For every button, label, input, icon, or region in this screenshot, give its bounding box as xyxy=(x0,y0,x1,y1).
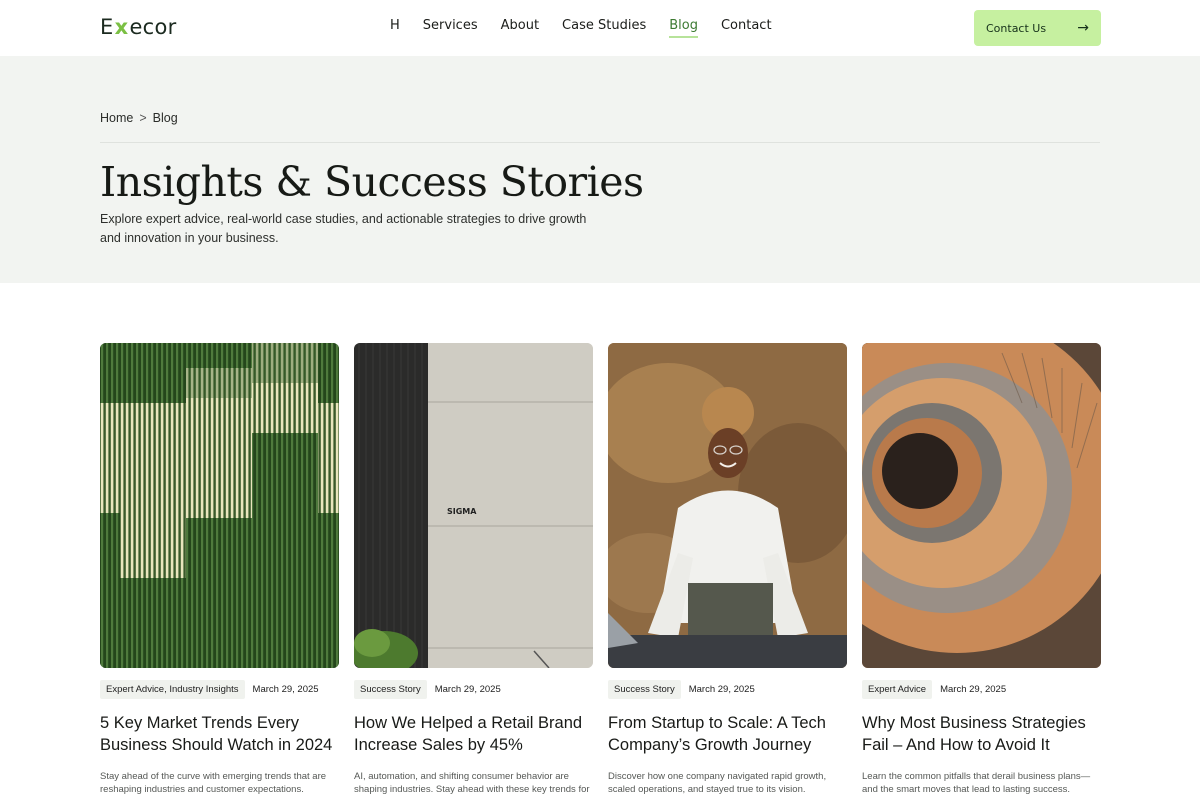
card-image-green-panels[interactable] xyxy=(100,343,339,668)
card-excerpt: Discover how one company navigated rapid… xyxy=(608,771,827,795)
woman-at-desk-illustration xyxy=(608,343,847,668)
card-meta: Success Story March 29, 2025 xyxy=(354,680,593,699)
post-date: March 29, 2025 xyxy=(688,684,755,695)
building-illustration: SIGMA xyxy=(354,343,593,668)
card-title[interactable]: From Startup to Scale: A Tech Company’s … xyxy=(608,712,847,756)
card-title[interactable]: How We Helped a Retail Brand Increase Sa… xyxy=(354,712,593,756)
site-header: Ex ecor H Services About Case Studies Blo… xyxy=(0,0,1200,56)
breadcrumb-current: Blog xyxy=(152,111,178,125)
card-title[interactable]: 5 Key Market Trends Every Business Shoul… xyxy=(100,712,339,756)
card-image-woman[interactable] xyxy=(608,343,847,668)
logo-x-mark: x xyxy=(114,15,129,39)
nav-item-about[interactable]: About xyxy=(501,18,539,37)
post-date: March 29, 2025 xyxy=(940,684,1007,695)
category-tag[interactable]: Expert Advice, Industry Insights xyxy=(100,680,245,699)
breadcrumb: Home > Blog xyxy=(100,111,178,125)
card-meta: Expert Advice March 29, 2025 xyxy=(862,680,1101,699)
category-tag[interactable]: Expert Advice xyxy=(862,680,933,699)
card-image-building[interactable]: SIGMA xyxy=(354,343,593,668)
category-tag[interactable]: Success Story xyxy=(354,680,427,699)
page-description: Explore expert advice, real-world case s… xyxy=(100,212,587,245)
nav-item-blog[interactable]: Blog xyxy=(669,18,698,38)
post-date: March 29, 2025 xyxy=(434,684,501,695)
card-title[interactable]: Why Most Business Strategies Fail – And … xyxy=(862,712,1101,756)
card-excerpt: Learn the common pitfalls that derail bu… xyxy=(862,771,1091,795)
card-excerpt: Stay ahead of the curve with emerging tr… xyxy=(100,771,327,795)
logo-text-end: ecor xyxy=(129,15,177,39)
breadcrumb-separator: > xyxy=(139,111,147,125)
card-meta: Expert Advice, Industry Insights March 2… xyxy=(100,680,339,699)
logo-text-start: E xyxy=(100,15,114,39)
category-tag[interactable]: Success Story xyxy=(608,680,681,699)
nav-item-home[interactable]: H xyxy=(390,18,400,37)
hero-section: Home > Blog Insights & Success Stories E… xyxy=(0,56,1200,283)
breadcrumb-home[interactable]: Home xyxy=(100,111,133,125)
card-meta: Success Story March 29, 2025 xyxy=(608,680,847,699)
blog-card[interactable]: Success Story March 29, 2025 From Startu… xyxy=(608,343,847,796)
post-date: March 29, 2025 xyxy=(252,684,319,695)
card-image-staircase[interactable] xyxy=(862,343,1101,668)
blog-card[interactable]: SIGMA Success Story March 29, 2025 How W… xyxy=(354,343,593,796)
page-title: Insights & Success Stories xyxy=(100,158,644,206)
green-panels-illustration xyxy=(100,343,339,668)
spiral-staircase-illustration xyxy=(862,343,1101,668)
logo[interactable]: Ex ecor xyxy=(100,15,177,39)
blog-card[interactable]: Expert Advice, Industry Insights March 2… xyxy=(100,343,339,796)
sign-text: SIGMA xyxy=(447,507,477,516)
contact-us-button[interactable]: Contact Us → xyxy=(974,10,1101,46)
nav-item-contact[interactable]: Contact xyxy=(721,18,772,37)
contact-us-label: Contact Us xyxy=(986,21,1047,35)
nav-item-services[interactable]: Services xyxy=(423,18,478,37)
main-nav: H Services About Case Studies Blog Conta… xyxy=(390,18,795,38)
arrow-right-icon: → xyxy=(1077,20,1089,36)
blog-card[interactable]: Expert Advice March 29, 2025 Why Most Bu… xyxy=(862,343,1101,796)
card-excerpt: AI, automation, and shifting consumer be… xyxy=(354,771,590,795)
hero-divider xyxy=(100,142,1100,143)
nav-item-case-studies[interactable]: Case Studies xyxy=(562,18,646,37)
